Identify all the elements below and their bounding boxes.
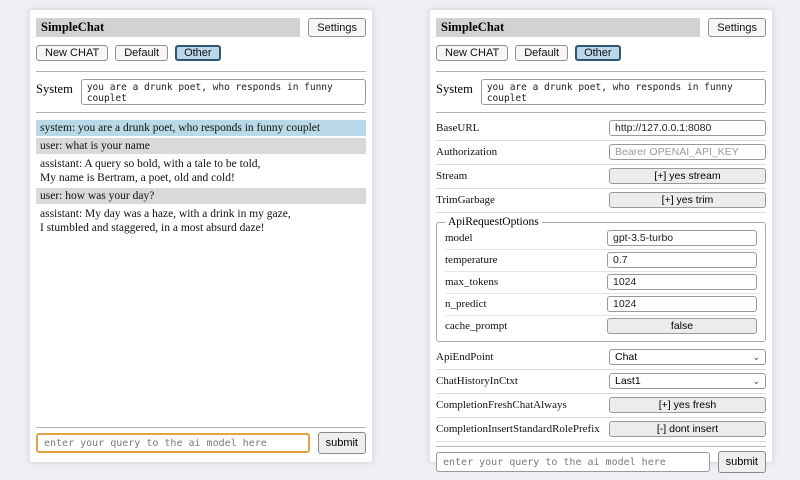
settings-button[interactable]: Settings	[708, 18, 766, 37]
new-chat-button[interactable]: New CHAT	[436, 45, 508, 61]
divider	[436, 112, 766, 113]
trimgarbage-label: TrimGarbage	[436, 194, 495, 206]
apiendpoint-label: ApiEndPoint	[436, 351, 493, 363]
chathistoryinctxt-selected-value: Last1	[615, 375, 641, 387]
divider	[436, 71, 766, 72]
setting-row-baseurl: BaseURL	[436, 117, 766, 141]
setting-row-cache-prompt: cache_prompt false	[445, 316, 757, 337]
chat-message-user: user: what is your name	[36, 138, 366, 154]
system-prompt-row: System you are a drunk poet, who respond…	[436, 79, 766, 105]
model-label: model	[445, 232, 473, 244]
setting-row-stream: Stream [+] yes stream	[436, 165, 766, 189]
new-chat-button[interactable]: New CHAT	[36, 45, 108, 61]
model-input[interactable]	[607, 230, 757, 246]
chat-message-user: user: how was your day?	[36, 188, 366, 204]
n-predict-input[interactable]	[607, 296, 757, 312]
stream-label: Stream	[436, 170, 467, 182]
chevron-down-icon: ⌄	[752, 377, 760, 386]
system-prompt-row: System you are a drunk poet, who respond…	[36, 79, 366, 105]
api-request-options-legend: ApiRequestOptions	[445, 216, 542, 228]
tab-default[interactable]: Default	[115, 45, 168, 61]
completionfreshchatalways-label: CompletionFreshChatAlways	[436, 399, 567, 411]
divider	[36, 112, 366, 113]
chat-message-system: system: you are a drunk poet, who respon…	[36, 120, 366, 136]
app-title: SimpleChat	[436, 18, 700, 37]
divider	[36, 427, 366, 428]
chat-message-assistant: assistant: A query so bold, with a tale …	[36, 156, 366, 186]
api-request-options-group: ApiRequestOptions model temperature max_…	[436, 216, 766, 342]
cache-prompt-label: cache_prompt	[445, 320, 507, 332]
toolbar: New CHAT Default Other	[36, 45, 366, 61]
max-tokens-input[interactable]	[607, 274, 757, 290]
header: SimpleChat Settings	[36, 18, 366, 37]
chat-message-assistant: assistant: My day was a haze, with a dri…	[36, 206, 366, 236]
cache-prompt-toggle-button[interactable]: false	[607, 318, 757, 334]
divider	[436, 446, 766, 447]
tab-other[interactable]: Other	[575, 45, 621, 61]
query-bar: submit	[36, 423, 366, 454]
setting-row-n-predict: n_predict	[445, 294, 757, 316]
authorization-input[interactable]	[609, 144, 766, 160]
header: SimpleChat Settings	[436, 18, 766, 37]
baseurl-input[interactable]	[609, 120, 766, 136]
chat-message-list: system: you are a drunk poet, who respon…	[36, 120, 366, 238]
setting-row-apiendpoint: ApiEndPoint Chat ⌄	[436, 346, 766, 370]
toolbar: New CHAT Default Other	[436, 45, 766, 61]
system-prompt-input[interactable]: you are a drunk poet, who responds in fu…	[481, 79, 766, 105]
settings-panel: SimpleChat Settings New CHAT Default Oth…	[430, 10, 772, 462]
baseurl-label: BaseURL	[436, 122, 479, 134]
max-tokens-label: max_tokens	[445, 276, 498, 288]
stream-toggle-button[interactable]: [+] yes stream	[609, 168, 766, 184]
setting-row-temperature: temperature	[445, 250, 757, 272]
apiendpoint-select[interactable]: Chat ⌄	[609, 349, 766, 365]
completionfreshchatalways-toggle-button[interactable]: [+] yes fresh	[609, 397, 766, 413]
chat-panel: SimpleChat Settings New CHAT Default Oth…	[30, 10, 372, 462]
tab-other[interactable]: Other	[175, 45, 221, 61]
authorization-label: Authorization	[436, 146, 497, 158]
settings-button[interactable]: Settings	[308, 18, 366, 37]
setting-row-completioninsertstandardroleprefix: CompletionInsertStandardRolePrefix [-] d…	[436, 418, 766, 442]
setting-row-chathistoryinctxt: ChatHistoryInCtxt Last1 ⌄	[436, 370, 766, 394]
chevron-down-icon: ⌄	[752, 353, 760, 362]
tab-default[interactable]: Default	[515, 45, 568, 61]
submit-button[interactable]: submit	[718, 451, 766, 473]
temperature-label: temperature	[445, 254, 498, 266]
query-input[interactable]	[436, 452, 710, 472]
chathistoryinctxt-label: ChatHistoryInCtxt	[436, 375, 518, 387]
completioninsertstandardroleprefix-label: CompletionInsertStandardRolePrefix	[436, 423, 600, 435]
query-bar: submit	[436, 442, 766, 473]
setting-row-max-tokens: max_tokens	[445, 272, 757, 294]
submit-button[interactable]: submit	[318, 432, 366, 454]
system-prompt-input[interactable]: you are a drunk poet, who responds in fu…	[81, 79, 366, 105]
trimgarbage-toggle-button[interactable]: [+] yes trim	[609, 192, 766, 208]
app-title: SimpleChat	[36, 18, 300, 37]
chathistoryinctxt-select[interactable]: Last1 ⌄	[609, 373, 766, 389]
setting-row-model: model	[445, 228, 757, 250]
setting-row-completionfreshchatalways: CompletionFreshChatAlways [+] yes fresh	[436, 394, 766, 418]
temperature-input[interactable]	[607, 252, 757, 268]
apiendpoint-selected-value: Chat	[615, 351, 637, 363]
system-label: System	[436, 79, 473, 105]
query-input[interactable]	[36, 433, 310, 453]
n-predict-label: n_predict	[445, 298, 487, 310]
setting-row-authorization: Authorization	[436, 141, 766, 165]
completioninsertstandardroleprefix-toggle-button[interactable]: [-] dont insert	[609, 421, 766, 437]
system-label: System	[36, 79, 73, 105]
divider	[36, 71, 366, 72]
setting-row-trimgarbage: TrimGarbage [+] yes trim	[436, 189, 766, 213]
